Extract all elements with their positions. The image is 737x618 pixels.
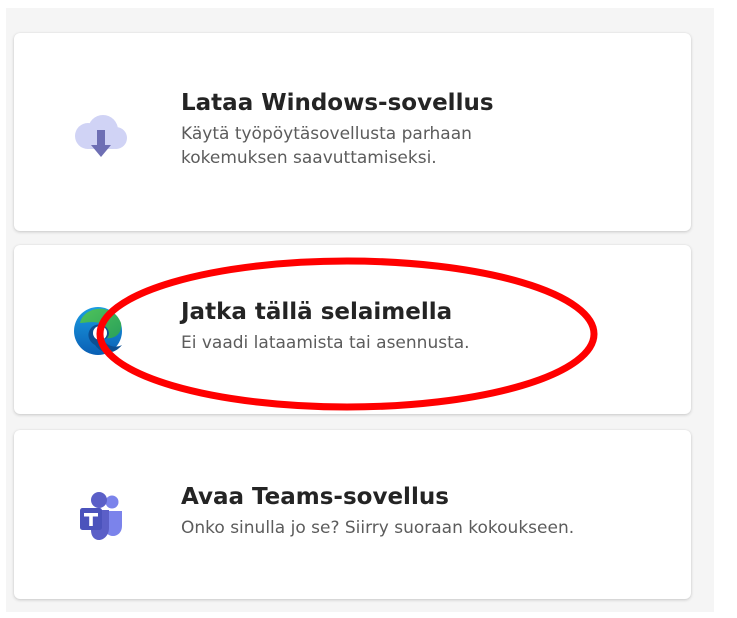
option-description: Ei vaadi lataamista tai asennusta. [181,333,470,353]
teams-icon [62,478,134,550]
option-description: Käytä työpöytäsovellusta parhaan kokemuk… [181,124,472,168]
edge-browser-icon [62,293,134,365]
option-title: Lataa Windows-sovellus [181,90,494,116]
open-teams-app-option[interactable]: Avaa Teams-sovellus Onko sinulla jo se? … [14,430,691,599]
cloud-download-icon [62,99,134,171]
option-title: Jatka tällä selaimella [181,299,453,325]
download-windows-app-option[interactable]: Lataa Windows-sovellus Käytä työpöytäsov… [14,33,691,231]
option-title: Avaa Teams-sovellus [181,484,449,510]
continue-in-browser-option[interactable]: Jatka tällä selaimella Ei vaadi lataamis… [14,245,691,414]
option-description: Onko sinulla jo se? Siirry suoraan kokou… [181,518,575,538]
